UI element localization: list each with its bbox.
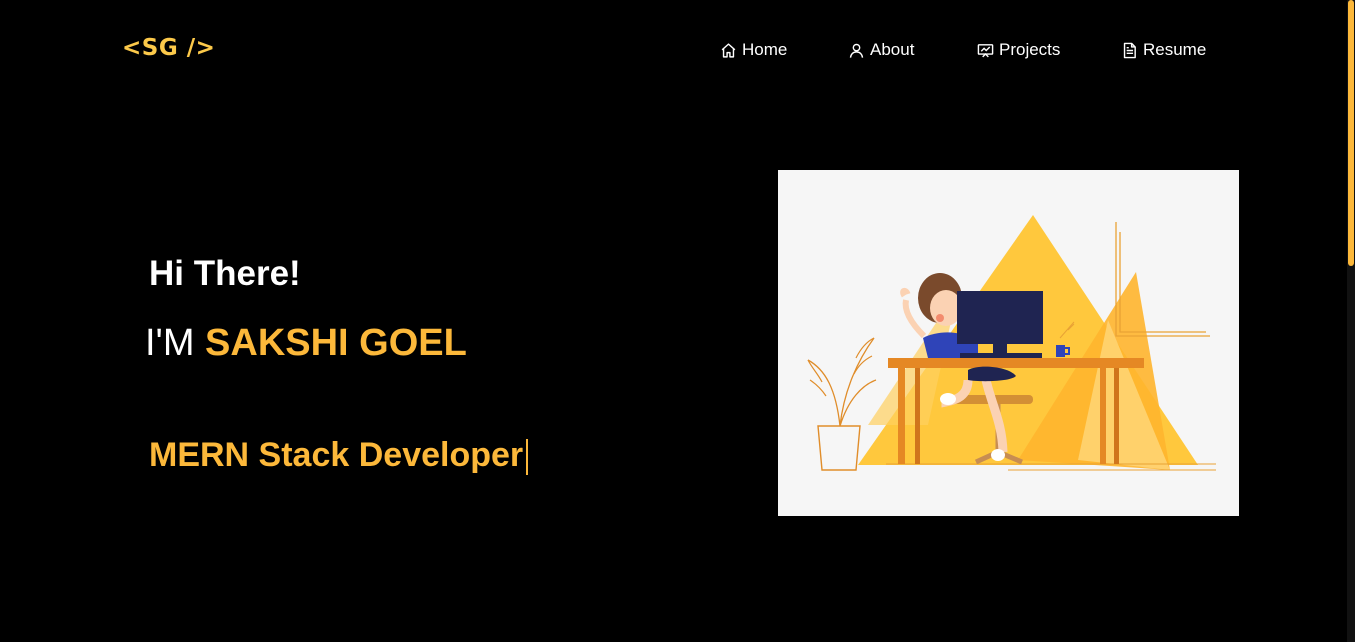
nav-item-home[interactable]: Home bbox=[720, 40, 787, 60]
hero-illustration bbox=[778, 170, 1239, 516]
projects-icon bbox=[977, 43, 994, 57]
scrollbar-thumb[interactable] bbox=[1348, 0, 1354, 266]
nav-label-resume: Resume bbox=[1143, 40, 1207, 59]
user-icon bbox=[849, 43, 864, 58]
nav-item-about[interactable]: About bbox=[848, 40, 914, 60]
greeting-heading: Hi There! bbox=[149, 254, 301, 293]
document-icon bbox=[1123, 42, 1136, 58]
page-scrollbar[interactable] bbox=[1347, 0, 1355, 642]
intro-heading: I'M SAKSHI GOEL bbox=[145, 322, 467, 365]
nav-label-projects: Projects bbox=[999, 40, 1061, 59]
typed-role: MERN Stack Developer bbox=[149, 436, 529, 476]
nav-label-about: About bbox=[870, 40, 915, 59]
intro-prefix: I'M bbox=[145, 322, 206, 364]
home-icon bbox=[721, 42, 736, 58]
nav-item-projects[interactable]: Projects bbox=[977, 40, 1060, 60]
developer-at-desk-illustration bbox=[807, 215, 1216, 471]
typed-role-text: MERN Stack Developer bbox=[149, 436, 524, 474]
typing-cursor bbox=[526, 439, 529, 476]
nav-item-resume[interactable]: Resume bbox=[1121, 40, 1206, 60]
developer-name: SAKSHI GOEL bbox=[205, 322, 467, 364]
nav-label-home: Home bbox=[742, 40, 788, 59]
site-logo[interactable]: <SG /> bbox=[122, 35, 215, 61]
